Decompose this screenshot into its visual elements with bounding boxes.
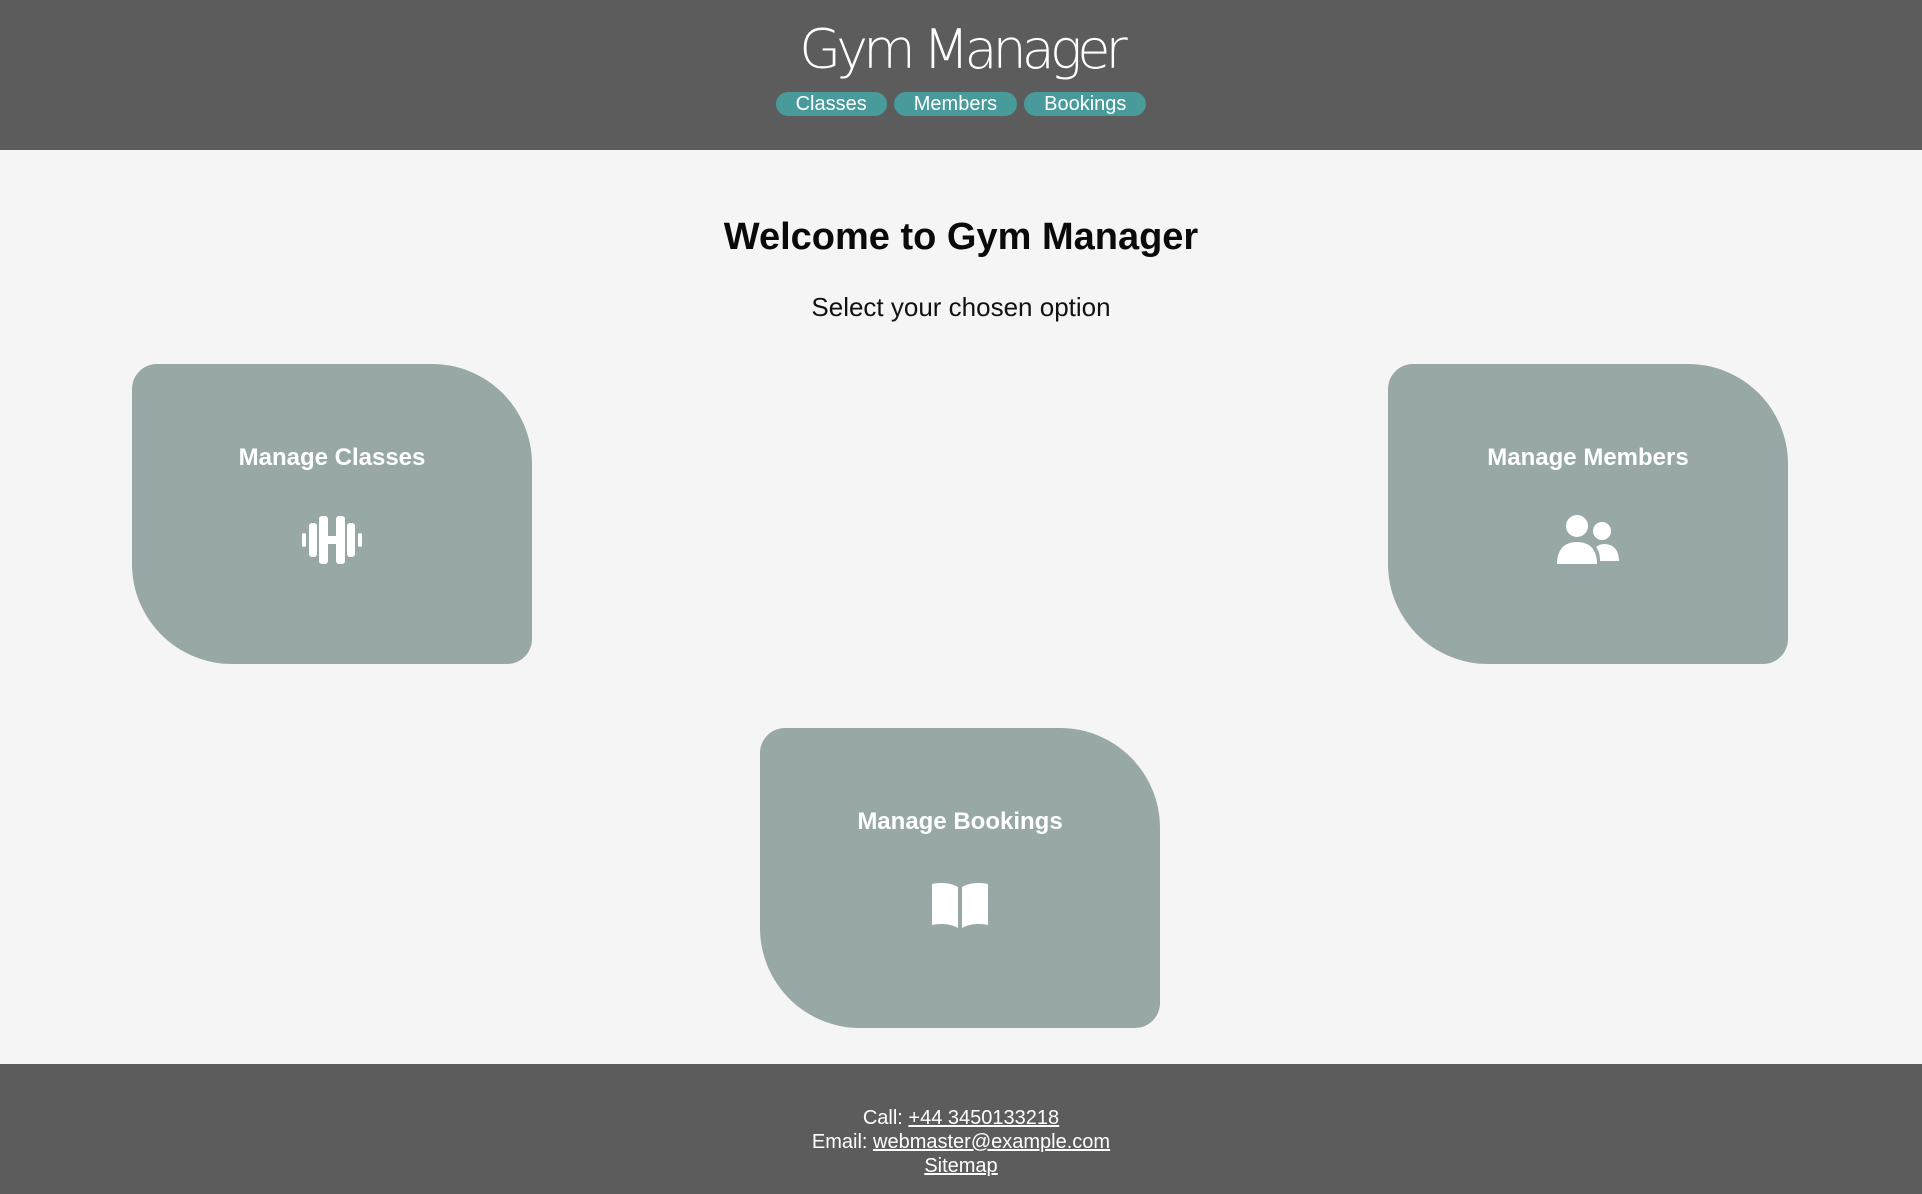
page-subtitle: Select your chosen option (811, 292, 1111, 322)
nav-classes[interactable]: Classes (775, 92, 887, 116)
sitemap-link[interactable]: Sitemap (924, 1155, 997, 1177)
card-title: Manage Classes (238, 444, 426, 471)
main-nav: Classes Members Bookings (0, 92, 1922, 116)
main-content: Welcome to Gym Manager Select your chose… (0, 150, 1922, 1064)
book-open-icon (932, 883, 988, 928)
card-title: Manage Bookings (857, 808, 1063, 835)
manage-classes-card[interactable]: Manage Classes (132, 364, 532, 664)
page-title: Welcome to Gym Manager (723, 216, 1199, 258)
manage-bookings-card[interactable]: Manage Bookings (760, 728, 1160, 1028)
email-label: Email: (811, 1131, 868, 1153)
card-title: Manage Members (1487, 444, 1689, 471)
email-link[interactable]: webmaster@example.com (873, 1131, 1110, 1153)
site-header: Gym Manager Classes Members Bookings (0, 0, 1922, 150)
dumbbell-icon (302, 516, 362, 564)
nav-members[interactable]: Members (893, 92, 1018, 116)
nav-bookings[interactable]: Bookings (1024, 92, 1147, 116)
footer-email: Email: webmaster@example.com (0, 1130, 1922, 1154)
call-label: Call: (862, 1107, 903, 1129)
phone-link[interactable]: +44 3450133218 (908, 1107, 1059, 1129)
footer-sitemap: Sitemap (0, 1154, 1922, 1178)
users-icon (1557, 515, 1619, 564)
manage-members-card[interactable]: Manage Members (1388, 364, 1788, 664)
site-footer: Call: +44 3450133218 Email: webmaster@ex… (0, 1064, 1922, 1194)
brand-logo[interactable]: Gym Manager (0, 14, 1922, 86)
footer-call: Call: +44 3450133218 (0, 1106, 1922, 1130)
